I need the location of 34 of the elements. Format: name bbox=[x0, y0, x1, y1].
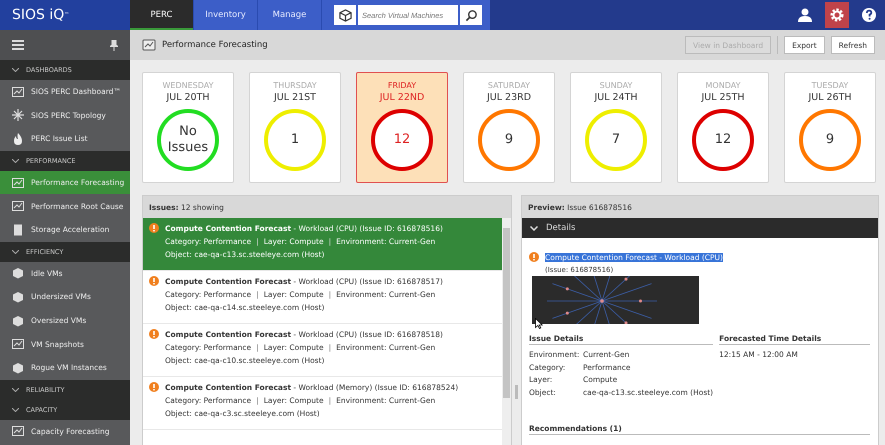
date-label: JUL 26TH bbox=[808, 92, 852, 103]
day-card[interactable]: MONDAY JUL 25TH 12 bbox=[677, 72, 769, 183]
nav-tab[interactable]: PERC bbox=[130, 0, 194, 30]
day-card[interactable]: SATURDAY JUL 23RD 9 bbox=[463, 72, 555, 183]
day-card[interactable]: THURSDAY JUL 21ST 1 bbox=[249, 72, 341, 183]
weekday-label: FRIDAY bbox=[388, 81, 416, 90]
day-card[interactable]: TUESDAY JUL 26TH 9 bbox=[784, 72, 876, 183]
day-card[interactable]: SUNDAY JUL 24TH 7 bbox=[570, 72, 662, 183]
issue-count: 9 bbox=[504, 132, 514, 148]
issue-count: 1 bbox=[290, 132, 300, 148]
date-label: JUL 22ND bbox=[380, 92, 424, 103]
date-label: JUL 24TH bbox=[594, 92, 638, 103]
issue-count: No Issues bbox=[166, 124, 210, 156]
weekday-label: SUNDAY bbox=[600, 81, 632, 90]
date-label: JUL 20TH bbox=[166, 92, 210, 103]
nav-tab[interactable]: Inventory bbox=[194, 0, 258, 30]
details-section-header[interactable]: Details bbox=[522, 218, 878, 238]
issue-count: 12 bbox=[714, 132, 732, 148]
weekday-label: TUESDAY bbox=[812, 81, 848, 90]
weekday-label: MONDAY bbox=[706, 81, 740, 90]
issue-count: 12 bbox=[394, 132, 410, 148]
page-title: Performance Forecasting bbox=[162, 40, 268, 50]
app-logo: SIOS iQ$^{™}$ bbox=[0, 0, 130, 30]
date-label: JUL 23RD bbox=[486, 92, 532, 103]
nav-tab[interactable]: Manage bbox=[258, 0, 322, 30]
day-card[interactable]: FRIDAY JUL 22ND 12 bbox=[356, 72, 448, 183]
weekday-label: WEDNESDAY bbox=[162, 81, 214, 90]
weekday-label: SATURDAY bbox=[488, 81, 530, 90]
day-card[interactable]: WEDNESDAY JUL 20TH No Issues bbox=[142, 72, 234, 183]
date-label: JUL 25TH bbox=[701, 92, 745, 103]
date-label: JUL 21ST bbox=[274, 92, 316, 103]
weekday-label: THURSDAY bbox=[273, 81, 317, 90]
issue-count: 7 bbox=[612, 132, 620, 148]
issue-count: 9 bbox=[826, 132, 834, 148]
